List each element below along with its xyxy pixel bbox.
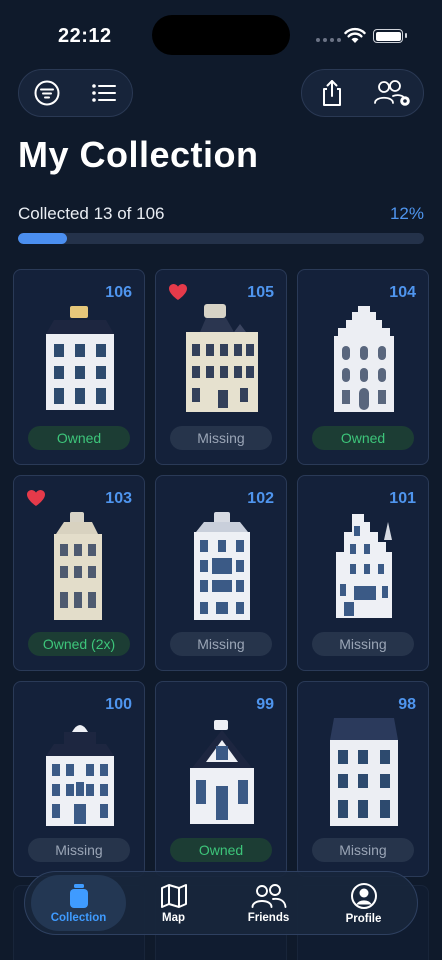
tab-collection[interactable]: Collection: [31, 875, 126, 931]
collection-card[interactable]: 104 Owned: [297, 269, 429, 465]
house-figure-image: [182, 304, 262, 416]
collection-card[interactable]: 102 Missing: [155, 475, 287, 671]
filter-icon: [34, 80, 60, 106]
status-badge: Owned: [312, 426, 414, 450]
card-number: 98: [398, 696, 416, 713]
jar-icon: [69, 883, 88, 908]
status-badge: Owned: [170, 838, 272, 862]
status-badge: Owned (2x): [28, 632, 130, 656]
tab-bar: Collection Map Friends Profile: [24, 871, 418, 935]
people-icon: [251, 883, 286, 908]
house-figure-image: [40, 716, 120, 828]
favorite-heart-icon[interactable]: [168, 283, 188, 301]
house-figure-image: [182, 510, 262, 622]
share-button[interactable]: [302, 70, 363, 116]
friends-settings-button[interactable]: [363, 70, 424, 116]
status-badge: Owned: [28, 426, 130, 450]
house-figure-image: [40, 304, 120, 416]
card-number: 106: [105, 284, 132, 301]
wifi-icon: [344, 27, 366, 43]
collection-grid: 106 Owned 105 Missing 104 Owned 103 Owned (2x) 1…: [13, 269, 429, 877]
collection-card[interactable]: 99 Owned: [155, 681, 287, 877]
list-view-button[interactable]: [76, 70, 133, 116]
status-badge: Missing: [28, 838, 130, 862]
card-number: 101: [389, 490, 416, 507]
favorite-heart-icon[interactable]: [26, 489, 46, 507]
share-friends-controls: [301, 69, 424, 117]
battery-icon: [373, 29, 407, 43]
card-number: 105: [247, 284, 274, 301]
tab-map[interactable]: Map: [126, 875, 221, 931]
collected-count: Collected 13 of 106: [18, 204, 165, 223]
house-figure-image: [40, 510, 120, 622]
card-number: 102: [247, 490, 274, 507]
tab-map-label: Map: [162, 911, 185, 924]
dynamic-island: [152, 15, 290, 55]
tab-friends[interactable]: Friends: [221, 875, 316, 931]
collection-card[interactable]: 98 Missing: [297, 681, 429, 877]
status-time: 22:12: [58, 25, 112, 47]
collection-card[interactable]: 105 Missing: [155, 269, 287, 465]
collected-percent: 12%: [389, 204, 424, 223]
card-number: 99: [256, 696, 274, 713]
house-figure-image: [324, 716, 404, 828]
card-number: 104: [389, 284, 416, 301]
house-figure-image: [182, 716, 262, 828]
profile-icon: [350, 882, 377, 909]
collection-card[interactable]: 103 Owned (2x): [13, 475, 145, 671]
house-figure-image: [324, 510, 404, 622]
collection-card[interactable]: 100 Missing: [13, 681, 145, 877]
status-bar: 22:12: [0, 0, 442, 60]
map-icon: [160, 883, 187, 908]
tab-profile[interactable]: Profile: [316, 875, 411, 931]
page-title: My Collection: [18, 134, 259, 175]
friends-settings-icon: [373, 80, 410, 106]
share-icon: [323, 80, 342, 106]
tab-collection-label: Collection: [50, 911, 107, 924]
collection-card[interactable]: 101 Missing: [297, 475, 429, 671]
card-number: 103: [105, 490, 132, 507]
card-number: 100: [105, 696, 132, 713]
status-badge: Missing: [170, 632, 272, 656]
cellular-signal-icon: [316, 38, 341, 42]
collection-progress-fill: [18, 233, 67, 244]
tab-profile-label: Profile: [345, 912, 382, 925]
list-icon: [91, 84, 116, 102]
house-figure-image: [324, 304, 404, 416]
collection-card[interactable]: 106 Owned: [13, 269, 145, 465]
status-badge: Missing: [312, 632, 414, 656]
tab-friends-label: Friends: [247, 911, 290, 924]
filter-button[interactable]: [19, 70, 76, 116]
status-badge: Missing: [170, 426, 272, 450]
collection-progress-bar: [18, 233, 424, 244]
view-controls: [18, 69, 133, 117]
status-badge: Missing: [312, 838, 414, 862]
